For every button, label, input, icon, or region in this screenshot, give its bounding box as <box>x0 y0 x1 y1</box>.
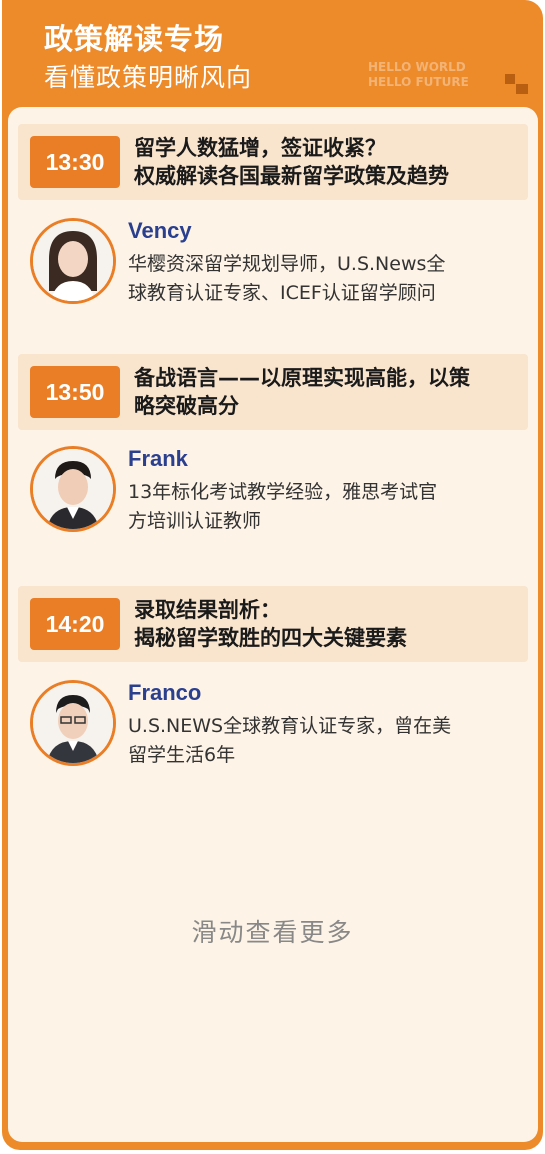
session-title: 留学人数猛增，签证收紧？ 权威解读各国最新留学政策及趋势 <box>134 134 518 190</box>
speaker-avatar <box>30 218 116 304</box>
speaker-description-line: 13年标化考试教学经验，雅思考试官 <box>128 481 438 503</box>
session-header: 14:20 录取结果剖析： 揭秘留学致胜的四大关键要素 <box>18 586 528 662</box>
speaker-description-line: 球教育认证专家、ICEF认证留学顾问 <box>128 282 436 304</box>
time-badge: 13:30 <box>30 136 120 188</box>
speaker-description-line: 留学生活6年 <box>128 744 236 766</box>
speaker-name: Franco <box>128 680 202 705</box>
session-header: 13:50 备战语言——以原理实现高能，以策 略突破高分 <box>18 354 528 430</box>
session-header: 13:30 留学人数猛增，签证收紧？ 权威解读各国最新留学政策及趋势 <box>18 124 528 200</box>
speaker-photo-icon <box>33 449 113 529</box>
speaker-avatar <box>30 680 116 766</box>
page-subtitle: 看懂政策明晰风向 <box>44 63 253 92</box>
speaker-name: Vency <box>128 218 192 243</box>
speaker-description-line: 方培训认证教师 <box>128 510 262 532</box>
session-title: 录取结果剖析： 揭秘留学致胜的四大关键要素 <box>134 596 518 652</box>
speaker-description: 13年标化考试教学经验，雅思考试官 方培训认证教师 <box>128 478 508 536</box>
session-title-line: 录取结果剖析： <box>134 598 281 622</box>
decoration-square <box>516 84 528 94</box>
time-badge: 13:50 <box>30 366 120 418</box>
speaker-name: Frank <box>128 446 188 471</box>
decoration-square <box>505 74 515 84</box>
speaker-description-line: U.S.NEWS全球教育认证专家，曾在美 <box>128 715 452 737</box>
session-title-line: 备战语言——以原理实现高能，以策 <box>134 366 470 390</box>
page-title: 政策解读专场 <box>44 22 225 56</box>
session-title-line: 留学人数猛增，签证收紧？ <box>134 136 386 160</box>
speaker-description-line: 华樱资深留学规划导师，U.S.News全 <box>128 253 446 275</box>
session-title: 备战语言——以原理实现高能，以策 略突破高分 <box>134 364 518 420</box>
watermark-line-2: HELLO FUTURE <box>368 75 469 89</box>
speaker-description: 华樱资深留学规划导师，U.S.News全 球教育认证专家、ICEF认证留学顾问 <box>128 250 508 308</box>
speaker-avatar <box>30 446 116 532</box>
watermark-line-1: HELLO WORLD <box>368 60 466 74</box>
watermark-text: HELLO WORLD HELLO FUTURE <box>368 60 469 90</box>
session-title-line: 揭秘留学致胜的四大关键要素 <box>134 626 407 650</box>
speaker-photo-icon <box>33 683 113 763</box>
time-badge: 14:20 <box>30 598 120 650</box>
scroll-more-hint[interactable]: 滑动查看更多 <box>0 913 545 949</box>
speaker-photo-icon <box>33 221 113 301</box>
speaker-description: U.S.NEWS全球教育认证专家，曾在美 留学生活6年 <box>128 712 508 770</box>
session-title-line: 权威解读各国最新留学政策及趋势 <box>134 164 449 188</box>
session-title-line: 略突破高分 <box>134 394 239 418</box>
